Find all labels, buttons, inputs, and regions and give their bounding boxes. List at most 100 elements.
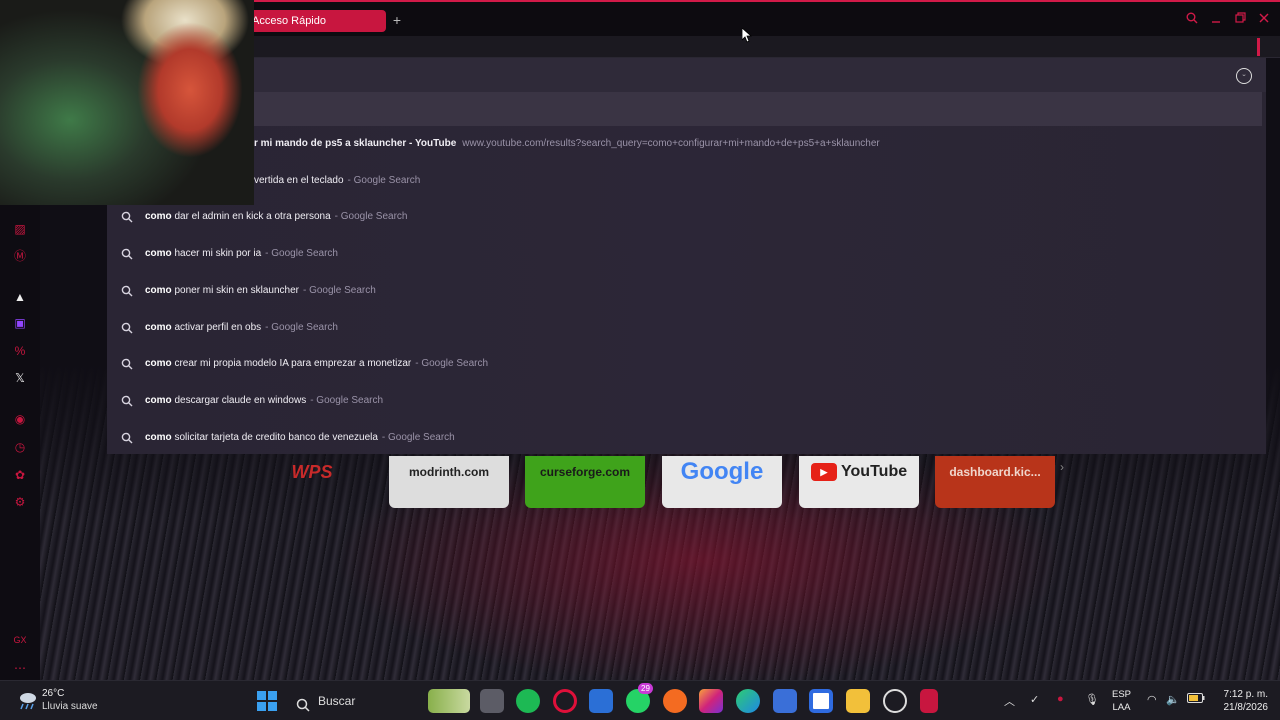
chatgpt-icon[interactable]	[883, 689, 907, 713]
language-indicator[interactable]: ESP LAA	[1112, 688, 1131, 714]
emoji-icon[interactable]: ᵕ	[1236, 68, 1252, 84]
suggestion-source: - Google Search	[302, 284, 376, 296]
crunchyroll-icon[interactable]	[663, 689, 687, 713]
suggestion-source: - Google Search	[310, 394, 384, 406]
recording-app-icon[interactable]	[920, 689, 938, 713]
suggestion-text: como solicitar tarjeta de credito banco …	[145, 420, 455, 456]
suggestion-row[interactable]: como descargar claude en windows - Google…	[107, 383, 1262, 419]
suggestion-row[interactable]: como solicitar tarjeta de credito banco …	[107, 420, 1262, 456]
suggestion-text: como crear mi propia modelo IA para empr…	[145, 346, 488, 382]
x-twitter-icon[interactable]: 𝕏	[12, 370, 28, 386]
speeddial-wps-label: WPS	[291, 462, 333, 482]
suggestion-url: www.youtube.com/results?search_query=com…	[462, 138, 880, 149]
mouse-cursor-icon	[741, 27, 753, 49]
suggestion-query: dar el admin en kick a otra persona	[171, 211, 331, 223]
suggestion-source: - Google Search	[347, 174, 421, 186]
microphone-icon[interactable]: 🎙	[1085, 693, 1099, 706]
opera-gx-icon[interactable]	[553, 689, 577, 713]
weather-rain-icon[interactable]	[16, 689, 38, 711]
suggestion-bold-prefix: como	[145, 211, 172, 223]
suggestion-row[interactable]: vertida en el teclado - Google Search	[107, 163, 1262, 199]
language-secondary: LAA	[1112, 702, 1131, 713]
edge-icon[interactable]	[736, 689, 760, 713]
new-tab-button[interactable]: +	[389, 12, 405, 28]
weather-description[interactable]: Lluvia suave	[42, 701, 98, 712]
suggestion-text: vertida en el teclado - Google Search	[254, 163, 420, 199]
suggestion-row[interactable]: como dar el admin en kick a otra persona…	[107, 199, 1262, 235]
close-icon[interactable]	[1256, 12, 1272, 28]
settings-icon[interactable]: ⚙	[12, 494, 28, 510]
spotify-icon[interactable]	[516, 689, 540, 713]
search-highlight-icon[interactable]	[428, 689, 470, 713]
search-input[interactable]	[107, 92, 1262, 126]
youtube-icon: ▶	[810, 462, 837, 481]
extensions-icon[interactable]: ✿	[12, 467, 28, 483]
suggestion-query: descargar claude en windows	[171, 394, 307, 406]
task-view-icon[interactable]	[480, 689, 504, 713]
speeddial-next-icon[interactable]: ›	[1060, 460, 1064, 474]
aria-icon[interactable]: ▲	[12, 289, 28, 305]
clock-date: 21/8/2026	[1223, 702, 1269, 713]
pinboards-icon[interactable]: ▨	[12, 221, 28, 237]
file-explorer-icon[interactable]	[846, 689, 870, 713]
volume-icon[interactable]: 🔈	[1166, 693, 1180, 706]
speeddial-modrinth[interactable]: modrinth.com	[389, 456, 509, 508]
whatsapp-icon[interactable]: 29	[626, 683, 653, 713]
address-bar[interactable]	[246, 36, 1280, 58]
tray-chevron-icon[interactable]: ︿	[1004, 693, 1015, 709]
weather-temperature[interactable]: 26°C	[42, 688, 64, 699]
microsoft-store-icon[interactable]	[773, 689, 797, 713]
gx-icon[interactable]: GX	[12, 632, 28, 648]
tray-app-icon[interactable]: ✓	[1030, 693, 1039, 706]
suggestion-row[interactable]: como hacer mi skin por ia - Google Search	[107, 236, 1262, 272]
suggestion-row[interactable]: r mi mando de ps5 a sklauncher - YouTube…	[107, 126, 1262, 162]
search-suggestions-dropdown: ᵕ r mi mando de ps5 a sklauncher - YouTu…	[107, 58, 1266, 454]
suggestion-source: - Google Search	[265, 248, 338, 260]
tab-acceso-rapido[interactable]: Acceso Rápido	[246, 10, 386, 32]
scroll-indicator	[1257, 38, 1260, 56]
battery-icon[interactable]	[1187, 693, 1205, 706]
mail-icon[interactable]: Ⓜ	[12, 248, 28, 264]
suggestion-row[interactable]: como activar perfil en obs - Google Searc…	[107, 310, 1262, 346]
player-icon[interactable]: ◉	[12, 411, 28, 427]
speeddial-wps[interactable]: WPS	[252, 456, 372, 508]
restore-icon[interactable]	[1232, 12, 1248, 28]
suggestion-text: como poner mi skin en sklauncher - Google…	[145, 273, 376, 309]
twitch-icon[interactable]: ▣	[12, 315, 28, 331]
dropdown-header: ᵕ	[107, 58, 1266, 92]
tray-gx-icon[interactable]: ●	[1057, 693, 1064, 705]
app-icon[interactable]	[809, 689, 833, 713]
minimize-icon[interactable]	[1208, 12, 1224, 28]
suggestion-bold-prefix: como	[145, 248, 172, 260]
suggestion-row[interactable]: como poner mi skin en sklauncher - Google…	[107, 273, 1262, 309]
suggestion-source: - Google Search	[265, 321, 338, 333]
suggestion-query: hacer mi skin por ia	[171, 248, 262, 260]
wifi-icon[interactable]: ◠	[1147, 693, 1157, 706]
speeddial-google[interactable]: Google	[662, 456, 782, 508]
more-icon[interactable]: ⋯	[12, 660, 28, 676]
suggestion-query: crear mi propia modelo IA para emprezar …	[171, 358, 412, 370]
suggestion-bold-prefix: como	[145, 431, 172, 443]
speeddial-dashboard-label: dashboard.kic...	[949, 465, 1041, 479]
suggestion-bold-prefix: como	[145, 321, 172, 333]
suggestion-source: - Google Search	[415, 358, 489, 370]
dev-tool-icon[interactable]	[589, 689, 613, 713]
windows-start-icon[interactable]	[257, 691, 277, 711]
history-icon[interactable]: ◷	[12, 439, 28, 455]
taskbar-search-label: Buscar	[318, 694, 356, 708]
discount-icon[interactable]: %	[12, 343, 28, 359]
taskbar-search[interactable]: Buscar	[290, 687, 430, 715]
instagram-icon[interactable]	[699, 689, 723, 713]
search-icon[interactable]	[1184, 12, 1200, 28]
suggestion-query: r mi mando de ps5 a sklauncher - YouTube	[254, 138, 457, 149]
suggestion-query: solicitar tarjeta de credito banco de ve…	[171, 431, 378, 443]
speeddial-curseforge[interactable]: curseforge.com	[525, 456, 645, 508]
whatsapp-badge: 29	[638, 683, 653, 694]
speeddial-dashboard-kick[interactable]: dashboard.kic...	[935, 456, 1055, 508]
system-clock[interactable]: 7:12 p. m. 21/8/2026	[1216, 688, 1269, 714]
speeddial-youtube[interactable]: ▶ YouTube	[799, 456, 919, 508]
suggestion-row[interactable]: como crear mi propia modelo IA para empr…	[107, 346, 1262, 382]
speeddial-curseforge-label: curseforge.com	[539, 465, 631, 479]
suggestion-text: como hacer mi skin por ia - Google Search	[145, 236, 338, 272]
speeddial-youtube-label: YouTube	[841, 463, 908, 480]
